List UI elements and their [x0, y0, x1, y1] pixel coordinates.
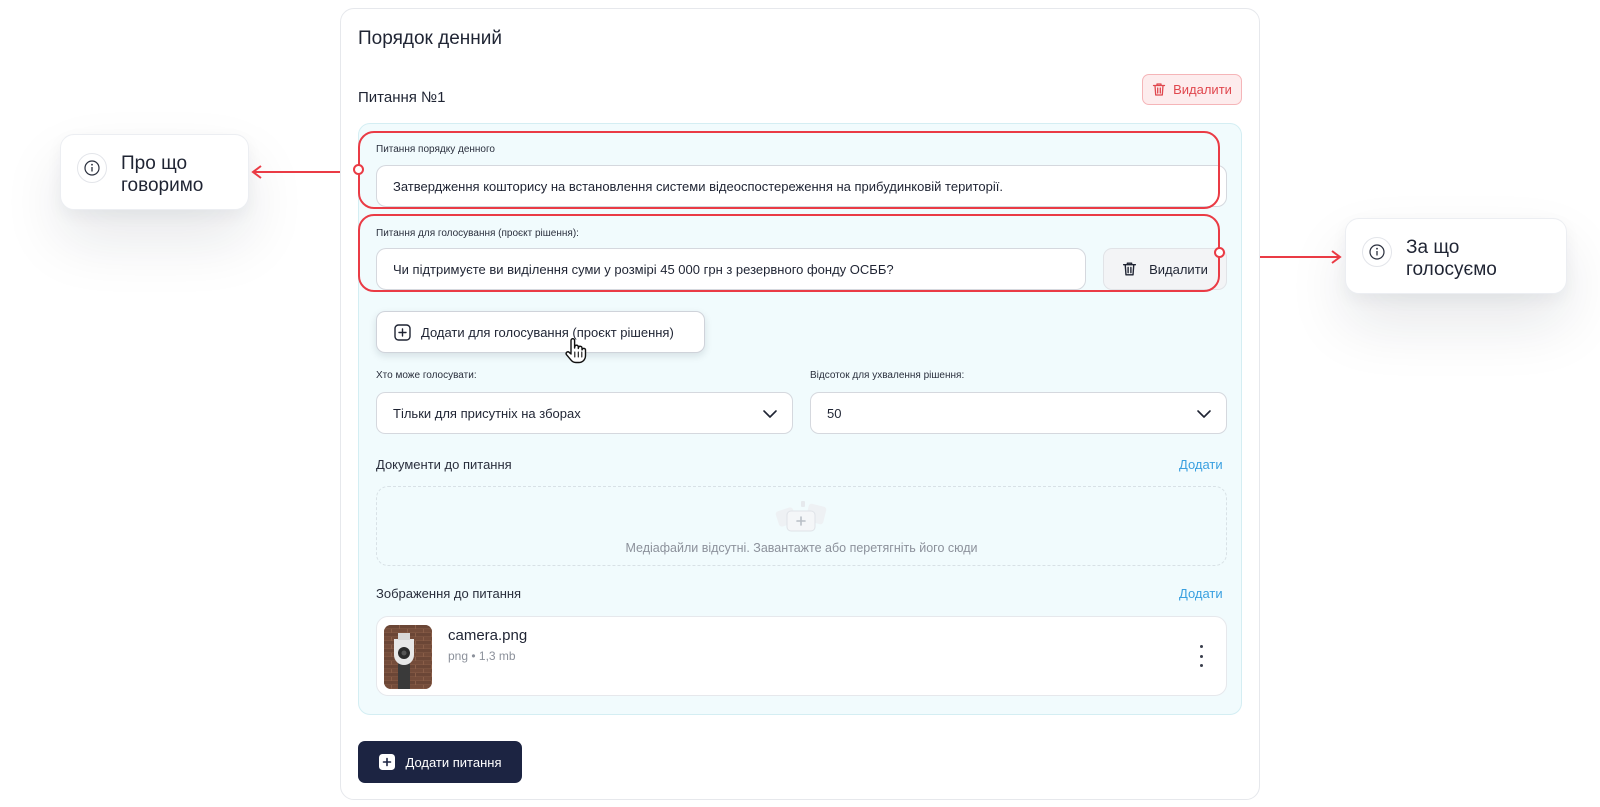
file-meta: png • 1,3 mb — [448, 649, 516, 663]
delete-question-label: Видалити — [1173, 82, 1232, 97]
trash-icon — [1152, 83, 1166, 96]
highlight-agenda — [353, 131, 1220, 209]
question-panel: Питання порядку денного Затвердження кош… — [358, 123, 1242, 715]
file-name: camera.png — [448, 627, 528, 644]
file-type: png — [448, 649, 469, 663]
chevron-down-icon — [763, 410, 777, 418]
delete-question-button[interactable]: Видалити — [1142, 74, 1242, 105]
docs-add-link[interactable]: Додати — [1179, 457, 1223, 472]
add-vote-button[interactable]: Додати для голосування (проєкт рішення) — [376, 311, 705, 353]
question-title: Питання №1 — [358, 89, 446, 106]
info-icon — [1362, 237, 1392, 267]
add-question-label: Додати питання — [405, 754, 502, 770]
file-thumbnail — [384, 625, 432, 689]
screen: Про що говоримо За що голосуємо Порядок … — [0, 0, 1600, 807]
agenda-card: Порядок денний Питання №1 Видалити Питан… — [340, 8, 1260, 800]
add-question-button[interactable]: Додати питання — [358, 741, 522, 783]
file-size: 1,3 mb — [478, 649, 516, 663]
who-select-value: Тільки для присутніх на зборах — [393, 405, 581, 421]
images-add-link[interactable]: Додати — [1179, 586, 1223, 601]
more-options-icon[interactable] — [1198, 645, 1204, 667]
callout-vote: За що голосуємо — [1345, 218, 1567, 294]
who-select[interactable]: Тільки для присутніх на зборах — [376, 392, 793, 434]
upload-image-icon — [773, 499, 829, 535]
images-label: Зображення до питання — [376, 586, 522, 601]
hand-cursor-icon — [563, 337, 589, 365]
plus-square-icon — [378, 754, 395, 770]
highlight-vote — [358, 214, 1225, 292]
docs-label: Документи до питання — [376, 457, 512, 472]
percent-label: Відсоток для ухвалення рішення: — [810, 370, 965, 381]
callout-about: Про що говоримо — [60, 134, 249, 210]
add-vote-label: Додати для голосування (проєкт рішення) — [421, 324, 674, 340]
chevron-down-icon — [1197, 410, 1211, 418]
plus-square-icon — [394, 323, 411, 341]
image-file-row[interactable]: camera.png png • 1,3 mb — [376, 616, 1227, 696]
page-title: Порядок денний — [358, 28, 502, 49]
docs-dropzone[interactable]: Медіафайли відсутні. Завантажте або пере… — [376, 486, 1227, 566]
info-icon — [77, 153, 107, 183]
percent-select[interactable]: 50 — [810, 392, 1227, 434]
callout-vote-text: За що голосуємо — [1406, 237, 1497, 280]
callout-about-text: Про що говоримо — [121, 153, 204, 196]
who-label: Хто може голосувати: — [376, 370, 477, 381]
dropzone-text: Медіафайли відсутні. Завантажте або пере… — [625, 541, 978, 555]
percent-select-value: 50 — [827, 405, 842, 421]
